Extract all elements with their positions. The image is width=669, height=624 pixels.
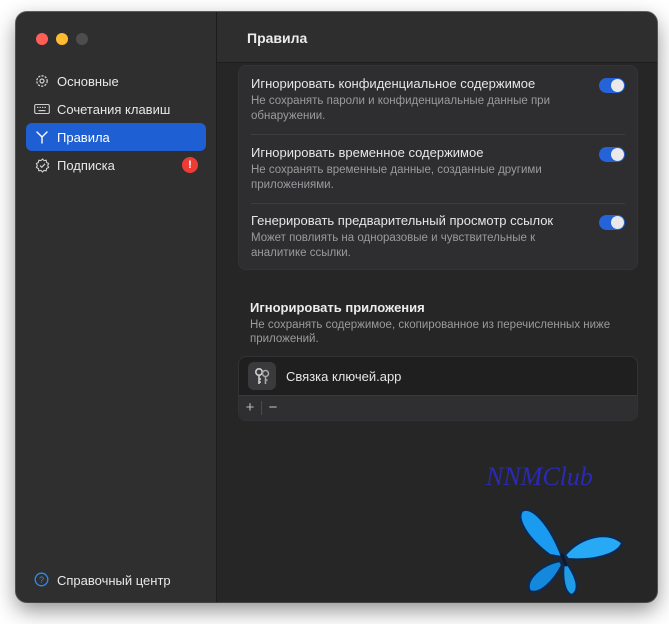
sidebar-item-label: Основные xyxy=(57,73,119,89)
zoom-window-button[interactable] xyxy=(76,33,88,45)
app-name: Связка ключей.app xyxy=(286,368,402,384)
rule-description: Не сохранять временные данные, созданные… xyxy=(251,164,542,191)
alert-badge: ! xyxy=(182,157,198,173)
toggle-knob xyxy=(611,216,624,229)
help-center-link[interactable]: ? Справочный центр xyxy=(34,572,171,588)
sidebar-nav: Основные Сочетания клавиш Правила Подпис… xyxy=(26,67,206,179)
keyboard-icon xyxy=(34,101,50,117)
checkmark-seal-icon xyxy=(34,157,50,173)
svg-text:?: ? xyxy=(39,575,44,585)
watermark-text: NNMClub xyxy=(486,462,593,491)
sidebar-item-subscription[interactable]: Подписка ! xyxy=(26,151,206,179)
sidebar-item-label: Сочетания клавиш xyxy=(57,101,171,117)
minimize-window-button[interactable] xyxy=(56,33,68,45)
close-window-button[interactable] xyxy=(36,33,48,45)
remove-app-button[interactable]: − xyxy=(262,398,284,418)
rules-group: Игнорировать конфиденциальное содержимое… xyxy=(238,65,638,270)
sidebar-item-label: Подписка xyxy=(57,157,115,173)
rule-title: Игнорировать временное содержимое xyxy=(251,145,484,160)
apps-list-toolbar: + − xyxy=(239,395,637,420)
title-bar: Правила xyxy=(217,12,657,63)
rule-row-link-preview: Генерировать предварительный просмотр сс… xyxy=(251,213,625,263)
help-center-label: Справочный центр xyxy=(57,572,171,588)
sidebar: Основные Сочетания клавиш Правила Подпис… xyxy=(16,12,217,602)
add-app-button[interactable]: + xyxy=(239,398,261,418)
fork-icon xyxy=(34,129,50,145)
rule-description: Не сохранять пароли и конфиденциальные д… xyxy=(251,95,550,122)
ignored-apps-list: Связка ключей.app + − xyxy=(238,356,638,421)
gear-icon xyxy=(34,73,50,89)
ignore-apps-title: Игнорировать приложения xyxy=(250,300,425,315)
rule-title: Игнорировать конфиденциальное содержимое xyxy=(251,76,536,91)
rule-row-transient: Игнорировать временное содержимое Не сох… xyxy=(251,145,625,204)
toggle-knob xyxy=(611,79,624,92)
page-title: Правила xyxy=(247,30,308,46)
transient-content-toggle[interactable] xyxy=(599,147,625,162)
link-preview-toggle[interactable] xyxy=(599,215,625,230)
sensitive-content-toggle[interactable] xyxy=(599,78,625,93)
rule-title: Генерировать предварительный просмотр сс… xyxy=(251,213,554,228)
rule-description: Может повлиять на одноразовые и чувствит… xyxy=(251,232,536,259)
ignore-apps-description: Не сохранять содержимое, скопированное и… xyxy=(250,319,611,345)
toggle-knob xyxy=(611,148,624,161)
keychain-icon xyxy=(248,362,276,390)
list-item[interactable]: Связка ключей.app xyxy=(239,357,637,395)
window-controls xyxy=(36,33,88,45)
sidebar-item-general[interactable]: Основные xyxy=(26,67,206,95)
rule-row-sensitive: Игнорировать конфиденциальное содержимое… xyxy=(251,76,625,135)
butterfly-watermark-image xyxy=(510,505,625,602)
sidebar-item-shortcuts[interactable]: Сочетания клавиш xyxy=(26,95,206,123)
question-circle-icon: ? xyxy=(34,572,50,588)
sidebar-item-rules[interactable]: Правила xyxy=(26,123,206,151)
sidebar-item-label: Правила xyxy=(57,129,110,145)
